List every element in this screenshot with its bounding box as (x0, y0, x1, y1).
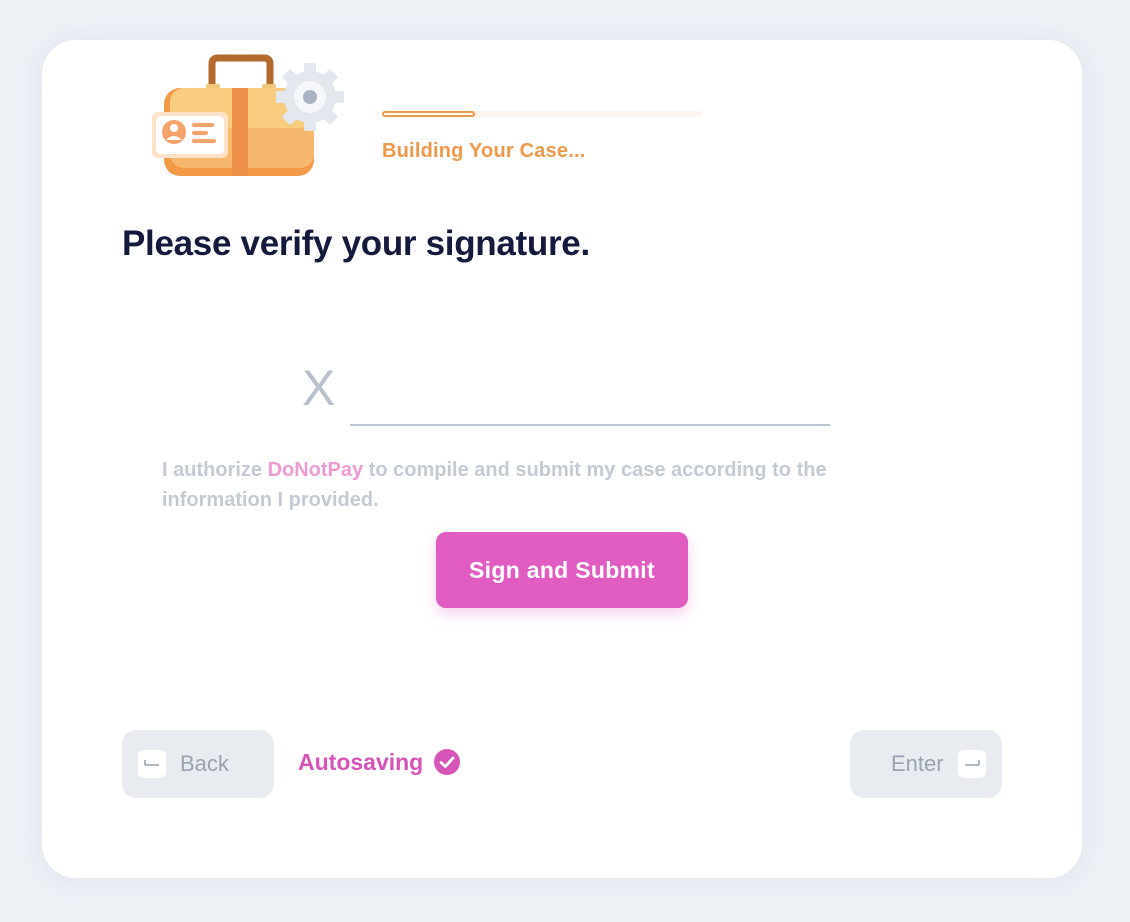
autosave-label: Autosaving (298, 748, 424, 775)
brand-name: DoNotPay (267, 459, 364, 481)
sign-and-submit-button[interactable]: Sign and Submit (436, 532, 688, 608)
case-card: Building Your Case... Please verify your… (42, 40, 1082, 878)
arrow-left-icon (138, 750, 166, 778)
page-title: Please verify your signature. (122, 224, 590, 263)
consent-prefix: I authorize (162, 459, 268, 481)
progress-bar (382, 111, 702, 117)
back-label: Back (180, 751, 229, 776)
consent-text: I authorize DoNotPay to compile and subm… (162, 455, 922, 515)
autosave-status: Autosaving (298, 748, 461, 776)
enter-button[interactable]: Enter (850, 730, 1002, 798)
progress-label: Building Your Case... (382, 140, 586, 162)
check-circle-icon (434, 749, 461, 775)
signature-marker: X (302, 360, 336, 416)
arrow-right-icon (957, 750, 986, 778)
back-button[interactable]: Back (122, 730, 274, 798)
enter-label: Enter (891, 751, 944, 776)
briefcase-gear-icon (152, 54, 344, 176)
progress-fill (382, 111, 475, 117)
signature-input[interactable] (350, 380, 830, 426)
